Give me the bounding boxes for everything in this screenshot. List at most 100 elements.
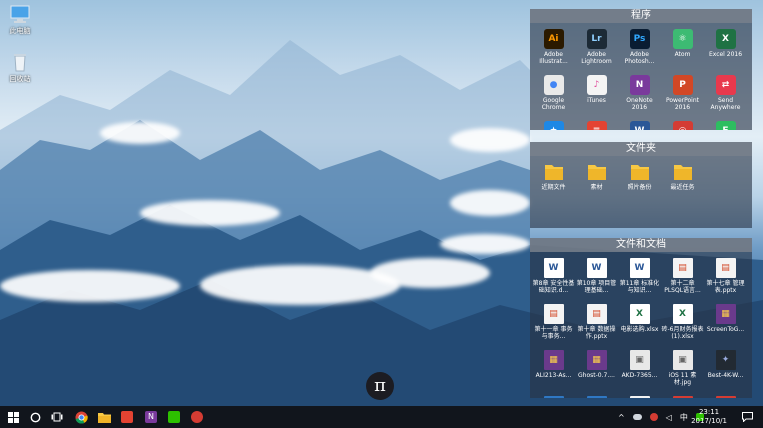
taskbar: N ^ ◁ 中 23:11 2017/10/1 (0, 406, 763, 428)
fence-item[interactable] (661, 393, 704, 398)
fence-item-label: 第十一章 事务与事务... (534, 326, 573, 340)
task-view-icon[interactable] (49, 409, 65, 425)
chevron-up-icon[interactable]: ^ (618, 413, 625, 422)
fence-item[interactable]: ▤ 第十二章 PLSQL语言... (661, 255, 704, 301)
fence-item[interactable]: ★ (532, 118, 575, 130)
word-icon: W (629, 121, 650, 130)
fence-item[interactable]: W 第10章 项目管理基础... (575, 255, 618, 301)
fence-item[interactable]: W 第11章 标准化与知识... (618, 255, 661, 301)
fence-item[interactable]: ▦ Ghost-0.7.... (575, 347, 618, 393)
clock-date: 2017/10/1 (691, 417, 727, 425)
excel-doc-icon: X (629, 304, 650, 324)
desktop-icon-label: 回收站 (9, 75, 31, 83)
fence-title[interactable]: 程序 (530, 9, 752, 23)
fence-item-label: Atom (674, 51, 691, 58)
file-icon (715, 396, 736, 398)
ime-indicator[interactable]: 中 (680, 412, 688, 423)
file-explorer-icon[interactable] (96, 409, 112, 425)
file-icon (672, 396, 693, 398)
fence-item[interactable]: W (618, 118, 661, 130)
word-doc-icon: W (543, 258, 564, 278)
cloud-icon[interactable] (632, 414, 642, 420)
file-icon (629, 396, 650, 398)
fence-item[interactable]: Ai Adobe Illustrat... (532, 26, 575, 72)
ppt-doc-icon: ▤ (543, 304, 564, 324)
fence-item-label: AKD-7365... (621, 372, 658, 379)
fence-folders: 文件夹 近期文件 素材 照片备份 最近任务 (530, 142, 752, 228)
cloud (0, 270, 180, 302)
fence-item[interactable]: ▤ 第十章 数据操作.pptx (575, 301, 618, 347)
desktop-icon-this-pc[interactable]: 此电脑 (0, 4, 40, 36)
clock[interactable]: 23:11 2017/10/1 (691, 408, 727, 426)
fence-item-label: 电影选购.xlsx (620, 326, 659, 333)
computer-icon (9, 4, 31, 24)
volume-icon[interactable]: ◁ (666, 413, 672, 422)
fence-item-label: 第11章 标准化与知识... (619, 280, 660, 294)
fence-item[interactable]: ♪ iTunes (575, 72, 618, 118)
fence-item[interactable]: 近期文件 (532, 159, 575, 205)
fence-item[interactable] (704, 393, 747, 398)
fence-title[interactable]: 文件和文档 (530, 238, 752, 252)
fence-item[interactable]: ⚛ Atom (661, 26, 704, 72)
fence-item[interactable]: ▦ ScreenToG... (704, 301, 747, 347)
fence-grid: W 第8章 安全性基础知识.d... W 第10章 项目管理基础... W 第11章 标准… (530, 252, 752, 398)
cloud (440, 234, 530, 254)
illustrator-icon: Ai (543, 29, 564, 49)
photoshop-icon: Ps (629, 29, 650, 49)
word-doc-icon: W (586, 258, 607, 278)
fence-item[interactable]: 最近任务 (661, 159, 704, 205)
cortana-icon[interactable] (27, 409, 43, 425)
fence-item[interactable]: ▤ 第十一章 事务与事务... (532, 301, 575, 347)
fence-item[interactable]: ⇄ Send Anywhere (704, 72, 747, 118)
fence-item-label: ALI213-As... (535, 372, 572, 379)
evernote-icon: E (715, 121, 736, 130)
fence-item[interactable]: E (704, 118, 747, 130)
fence-item[interactable]: X Excel 2016 (704, 26, 747, 72)
fence-item[interactable]: ≡ (575, 118, 618, 130)
fence-item[interactable]: W 第8章 安全性基础知识.d... (532, 255, 575, 301)
start-icon[interactable] (5, 409, 21, 425)
fence-item-label: iTunes (587, 97, 606, 104)
fence-item[interactable]: ▦ ALI213-As... (532, 347, 575, 393)
tray-app-icon[interactable] (649, 413, 658, 421)
fence-item-label: Best-4K-W... (707, 372, 744, 379)
image-file-icon: ✦ (715, 350, 736, 370)
fence-item[interactable]: Ps Adobe Photosh... (618, 26, 661, 72)
fence-item[interactable]: Lr Adobe Lightroom (575, 26, 618, 72)
chrome-icon[interactable] (73, 409, 89, 425)
cloud (450, 190, 530, 216)
fence-item[interactable]: ◎ (661, 118, 704, 130)
file-icon (586, 396, 607, 398)
fence-item[interactable]: N OneNote 2016 (618, 72, 661, 118)
fence-item-label: 第8章 安全性基础知识.d... (532, 280, 575, 294)
fence-item[interactable]: X 砖-6月财务报表 (1).xlsx (661, 301, 704, 347)
ppt-doc-icon: ▤ (586, 304, 607, 324)
todoist-icon[interactable] (119, 409, 135, 425)
fence-item[interactable]: ✦ Best-4K-W... (704, 347, 747, 393)
excel-icon: X (715, 29, 736, 49)
fence-item[interactable]: X 电影选购.xlsx (618, 301, 661, 347)
fence-item[interactable]: ▤ 第十七章 管理表.pptx (704, 255, 747, 301)
fence-item[interactable] (575, 393, 618, 398)
fence-item[interactable]: ● Google Chrome (532, 72, 575, 118)
fence-title[interactable]: 文件夹 (530, 142, 752, 156)
desktop-icon-recycle-bin[interactable]: 回收站 (0, 52, 40, 84)
fence-item[interactable]: 照片备份 (618, 159, 661, 205)
onenote-icon[interactable]: N (143, 409, 159, 425)
pi-app-icon[interactable]: π (366, 372, 394, 400)
fence-item-label: Send Anywhere (710, 97, 741, 111)
fence-programs: 程序 Ai Adobe Illustrat... Lr Adobe Lightroom… (530, 9, 752, 130)
atom-icon: ⚛ (672, 29, 693, 49)
fence-item[interactable]: P PowerPoint 2016 (661, 72, 704, 118)
fence-item[interactable]: ▣ iOS 11 素材.jpg (661, 347, 704, 393)
fence-item[interactable]: ▣ AKD-7365... (618, 347, 661, 393)
fence-item[interactable] (618, 393, 661, 398)
netease-music-icon[interactable] (189, 409, 205, 425)
star-app-icon: ★ (543, 121, 564, 130)
fence-item-label: 砖-6月财务报表 (1).xlsx (661, 326, 704, 340)
notification-center-icon[interactable] (739, 409, 755, 425)
wechat-icon[interactable] (166, 409, 182, 425)
fence-item[interactable]: 素材 (575, 159, 618, 205)
fence-item-label: 第十章 数据操作.pptx (577, 326, 616, 340)
fence-item[interactable] (532, 393, 575, 398)
